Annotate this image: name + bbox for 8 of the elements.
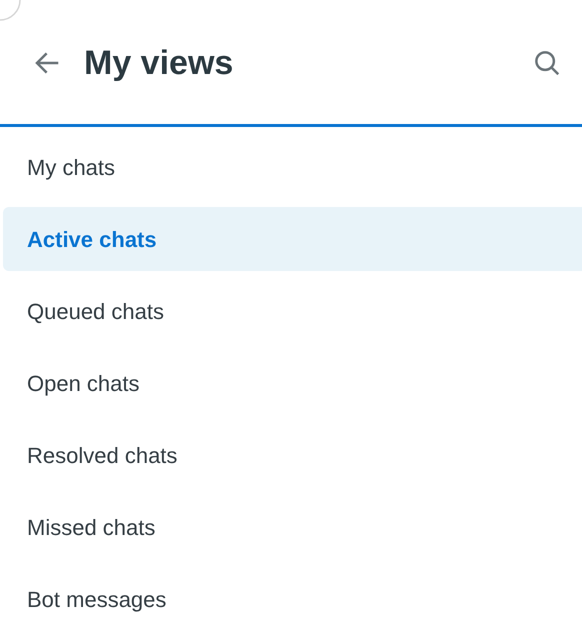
view-item[interactable]: My chats	[3, 135, 582, 199]
view-item[interactable]: Open chats	[3, 351, 582, 415]
view-item[interactable]: Bot messages	[3, 567, 582, 631]
page-title: My views	[84, 42, 234, 84]
view-item[interactable]: Active chats	[3, 207, 582, 271]
view-item[interactable]: Resolved chats	[3, 423, 582, 487]
view-item[interactable]: Queued chats	[3, 279, 582, 343]
view-item[interactable]: Missed chats	[3, 495, 582, 559]
